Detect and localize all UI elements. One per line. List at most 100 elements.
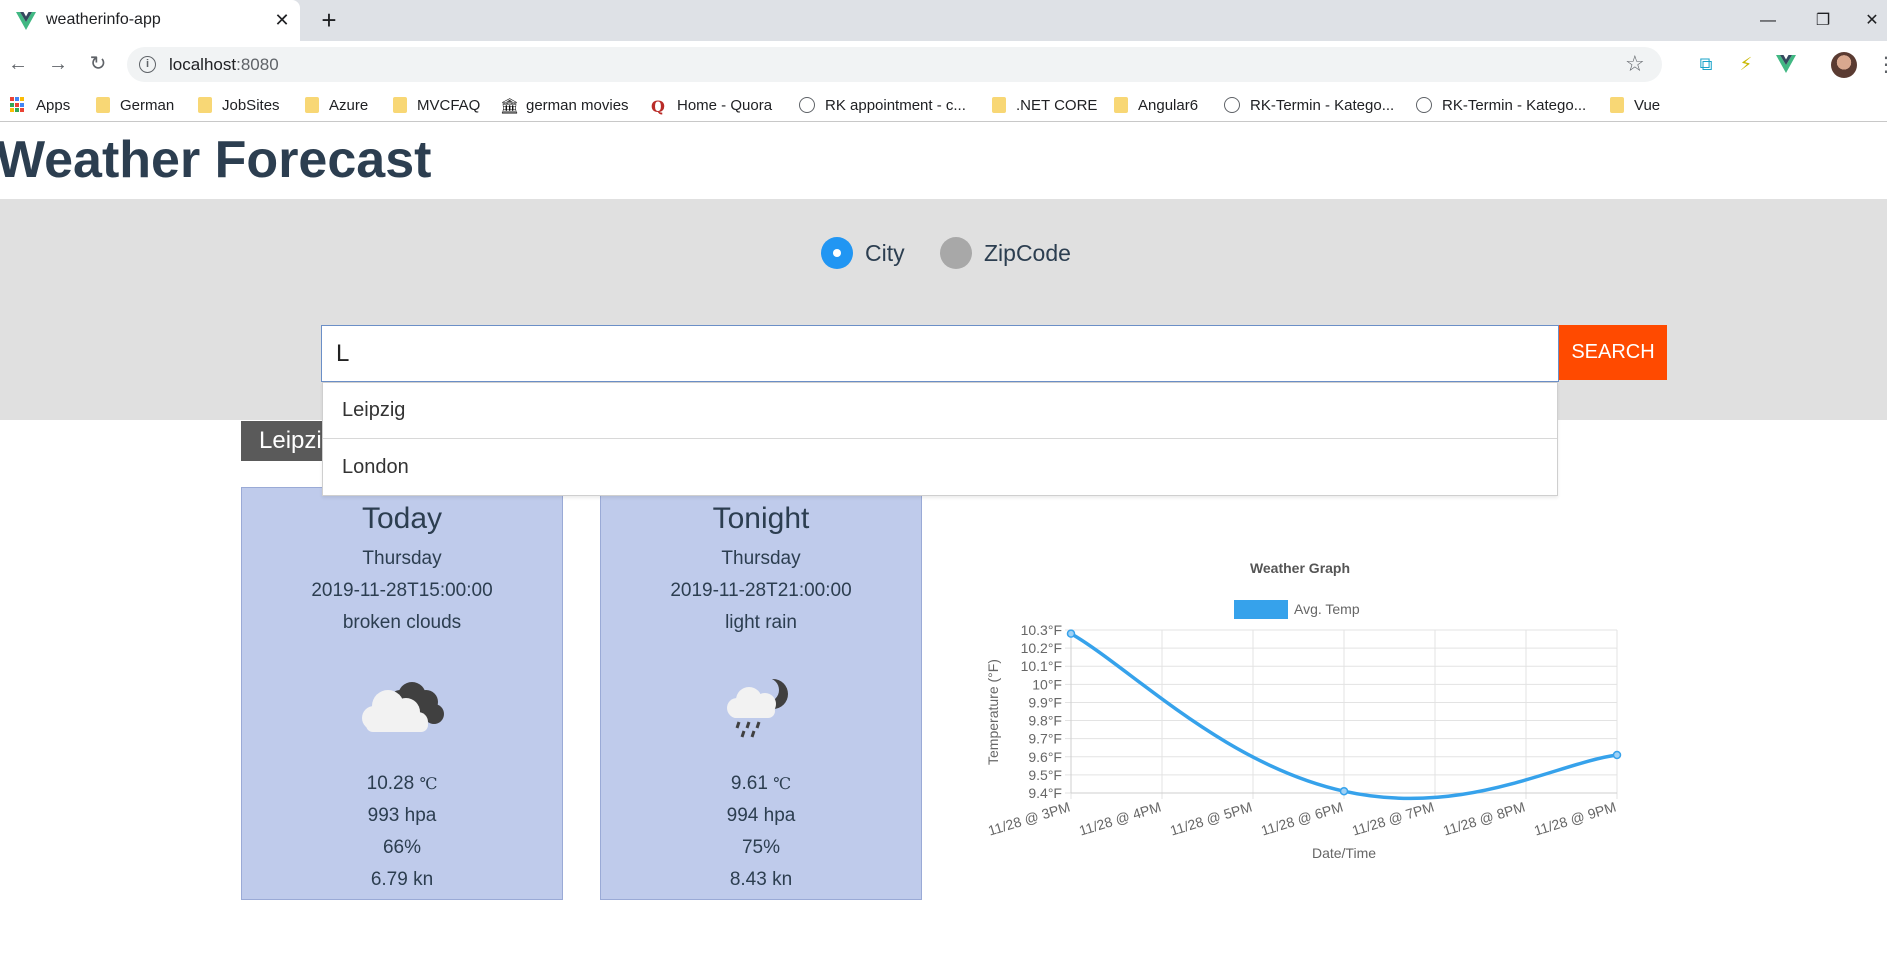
bookmark-vue[interactable]: Vue [1610,95,1660,115]
reload-icon[interactable]: ↻ [84,50,112,78]
suggestion-item[interactable]: London [323,439,1557,495]
bookmark-azure[interactable]: Azure [305,95,368,115]
url-port: :8080 [236,55,279,74]
restore-icon[interactable]: ❐ [1808,6,1838,36]
temp-value: 10.28 [366,773,415,794]
card-temperature: 9.61 ℃ [601,768,921,800]
data-point [1612,750,1622,760]
city-badge: Leipzig [241,421,331,461]
y-tick-label: 10.2°F [1021,640,1062,656]
back-icon[interactable]: ← [4,50,32,78]
folder-icon [1114,97,1128,113]
legend-swatch[interactable] [1234,600,1288,619]
card-title: Today [361,502,443,535]
data-point [1339,786,1349,796]
radio-selected-icon[interactable] [821,237,853,269]
tab-title: weatherinfo-app [46,11,161,28]
radio-city[interactable]: City [821,236,905,270]
bookmark-label: German [120,96,175,114]
light-rain-night-icon [727,678,788,738]
y-axis-ticks: 10.3°F 10.2°F 10.1°F 10°F 9.9°F 9.8°F 9.7°F 9.6… [1021,622,1062,801]
bookmark-star-icon[interactable]: ☆ [1625,51,1645,77]
folder-icon [305,97,319,113]
address-bar[interactable]: i localhost:8080 ☆ [127,47,1662,82]
url-text: localhost:8080 [169,55,279,75]
y-tick-label: 9.7°F [1028,731,1062,747]
folder-icon [1610,97,1624,113]
temp-unit: ℃ [773,774,792,793]
x-axis-ticks: 11/28 @ 3PM 11/28 @ 4PM 11/28 @ 5PM 11/28 @… [986,799,1618,839]
search-button[interactable]: SEARCH [1559,325,1667,380]
bookmark-label: Home - Quora [677,96,773,114]
vue-logo-icon [16,12,36,30]
tab-close-icon[interactable]: ✕ [271,9,293,31]
globe-icon [1416,97,1432,113]
bookmark-label: Vue [1634,96,1661,114]
vue-devtools-icon[interactable] [1774,52,1798,76]
minimize-icon[interactable]: — [1753,6,1783,36]
y-tick-label: 10.3°F [1021,622,1062,638]
bookmark-label: MVCFAQ [417,96,481,114]
radio-unselected-icon[interactable] [940,237,972,269]
folder-icon [393,97,407,113]
browser-menu-icon[interactable]: ⋮ [1876,52,1887,77]
x-tick-label: 11/28 @ 9PM [1532,799,1618,839]
card-description: broken clouds [342,612,462,633]
bookmark-apps[interactable]: Apps [10,95,70,115]
y-tick-label: 9.9°F [1028,694,1062,710]
x-tick-label: 11/28 @ 4PM [1077,799,1163,839]
bookmark-mvcfaq[interactable]: MVCFAQ [393,95,480,115]
apps-grid-icon [10,97,26,113]
folder-icon [992,97,1006,113]
bookmark-label: .NET CORE [1016,96,1098,114]
bookmark-german-movies[interactable]: 🏛 german movies [500,95,629,116]
forecast-card-today: Today Thursday 2019-11-28T15:00:00 broke… [241,487,563,900]
city-search-input[interactable] [321,325,1559,382]
profile-avatar[interactable] [1831,52,1857,78]
y-tick-label: 9.5°F [1028,767,1062,783]
weather-graph-svg: Weather Graph Avg. Temp 10.3°F 10.2°F 10.1… [985,560,1622,861]
y-tick-label: 9.8°F [1028,713,1062,729]
data-point [1066,629,1076,638]
x-tick-label: 11/28 @ 8PM [1441,799,1527,839]
bookmark-label: RK-Termin - Katego... [1250,96,1395,114]
card-pressure: 994 hpa [726,805,796,826]
extension-icon[interactable]: ⧉ [1694,52,1718,76]
url-host: localhost [169,55,237,74]
museum-icon: 🏛 [500,98,520,115]
radio-zipcode[interactable]: ZipCode [940,236,1071,270]
bookmark-rk-appointment[interactable]: RK appointment - c... [799,95,966,115]
bookmark-label: Apps [36,96,71,114]
lightning-extension-icon[interactable]: ⚡ [1734,52,1758,76]
bookmark-rk-termin-2[interactable]: RK-Termin - Katego... [1416,95,1586,115]
bookmark-jobsites[interactable]: JobSites [198,95,280,115]
forward-icon[interactable]: → [44,50,72,78]
broken-clouds-icon [362,682,444,732]
x-tick-label: 11/28 @ 5PM [1168,799,1254,839]
bookmark-label: JobSites [222,96,280,114]
suggestion-item[interactable]: Leipzig [323,383,1557,439]
x-tick-label: 11/28 @ 6PM [1259,799,1345,839]
card-title: Tonight [712,502,810,535]
new-tab-icon[interactable]: + [316,7,342,34]
bookmark-quora[interactable]: Q Home - Quora [651,95,773,117]
temp-unit: ℃ [419,774,438,793]
bookmark-german[interactable]: German [96,95,174,115]
browser-tab[interactable]: weatherinfo-app ✕ [0,0,300,41]
bookmark-rk-termin-1[interactable]: RK-Termin - Katego... [1224,95,1394,115]
close-window-icon[interactable]: ✕ [1857,6,1887,36]
globe-icon [1224,97,1240,113]
x-tick-label: 11/28 @ 7PM [1350,799,1436,839]
legend-label[interactable]: Avg. Temp [1294,601,1360,617]
folder-icon [96,97,110,113]
y-tick-label: 10°F [1032,676,1062,692]
bookmark-net-core[interactable]: .NET CORE [992,95,1097,115]
chart-grid [1065,629,1618,799]
card-humidity: 75% [741,837,781,858]
browser-tabstrip: weatherinfo-app ✕ + — ❐ ✕ [0,0,1887,41]
site-info-icon[interactable]: i [139,56,156,73]
globe-icon [799,97,815,113]
bookmark-angular6[interactable]: Angular6 [1114,95,1198,115]
card-temperature: 10.28 ℃ [242,768,562,800]
card-day: Thursday [721,548,801,569]
